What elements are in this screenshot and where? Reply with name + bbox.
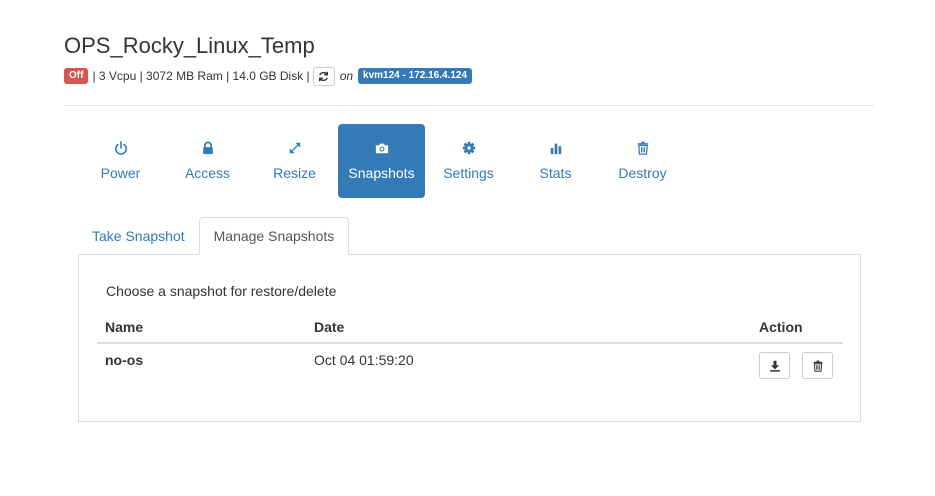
- column-header-date: Date: [306, 311, 751, 344]
- vm-meta: Off | 3 Vcpu | 3072 MB Ram | 14.0 GB Dis…: [64, 66, 473, 86]
- column-header-name: Name: [97, 311, 306, 344]
- stats-button[interactable]: Stats: [512, 124, 599, 198]
- power-icon: [114, 141, 127, 155]
- refresh-button[interactable]: [312, 66, 335, 86]
- camera-icon: [375, 143, 388, 154]
- tab-manage-snapshots[interactable]: Manage Snapshots: [198, 217, 350, 255]
- manage-snapshots-panel: Choose a snapshot for restore/delete Nam…: [78, 254, 861, 422]
- snapshots-label: Snapshots: [348, 165, 415, 181]
- delete-snapshot-button[interactable]: [802, 352, 833, 379]
- snapshots-button[interactable]: Snapshots: [338, 124, 425, 198]
- table-header-row: Name Date Action: [97, 311, 843, 344]
- resize-icon: [289, 142, 300, 154]
- status-badge: Off: [64, 68, 89, 84]
- bar-chart-icon: [550, 143, 561, 155]
- snapshot-tabs: Take Snapshot Manage Snapshots: [78, 217, 350, 255]
- destroy-label: Destroy: [618, 165, 667, 181]
- stats-label: Stats: [539, 165, 572, 181]
- header-divider: [64, 105, 874, 106]
- trash-icon: [637, 141, 648, 155]
- page-title: OPS_Rocky_Linux_Temp: [64, 33, 315, 58]
- snapshot-table: Name Date Action no-os Oct 04 01:59:20: [97, 311, 843, 387]
- access-button[interactable]: Access: [164, 124, 251, 198]
- panel-intro: Choose a snapshot for restore/delete: [106, 283, 337, 299]
- column-header-action: Action: [751, 311, 843, 344]
- table-row: no-os Oct 04 01:59:20: [97, 343, 843, 387]
- resize-label: Resize: [273, 165, 316, 181]
- tab-take-snapshot[interactable]: Take Snapshot: [78, 217, 199, 255]
- vm-specs: | 3 Vcpu | 3072 MB Ram | 14.0 GB Disk |: [92, 69, 310, 83]
- lock-icon: [202, 141, 213, 155]
- resize-button[interactable]: Resize: [251, 124, 338, 198]
- restore-snapshot-button[interactable]: [759, 352, 790, 379]
- gear-icon: [462, 141, 475, 155]
- power-label: Power: [100, 165, 141, 181]
- host-label[interactable]: kvm124 - 172.16.4.124: [358, 68, 473, 84]
- access-label: Access: [184, 165, 231, 181]
- snapshot-name: no-os: [105, 352, 144, 368]
- settings-label: Settings: [443, 165, 494, 181]
- settings-button[interactable]: Settings: [425, 124, 512, 198]
- refresh-icon: [319, 71, 329, 81]
- action-nav: Power Access Resize Snapshots Settings S…: [77, 124, 686, 198]
- on-text: on: [339, 69, 354, 83]
- download-icon: [769, 360, 780, 372]
- destroy-button[interactable]: Destroy: [599, 124, 686, 198]
- power-button[interactable]: Power: [77, 124, 164, 198]
- trash-icon: [813, 360, 822, 372]
- snapshot-date: Oct 04 01:59:20: [314, 352, 414, 368]
- snapshot-actions: [751, 343, 843, 387]
